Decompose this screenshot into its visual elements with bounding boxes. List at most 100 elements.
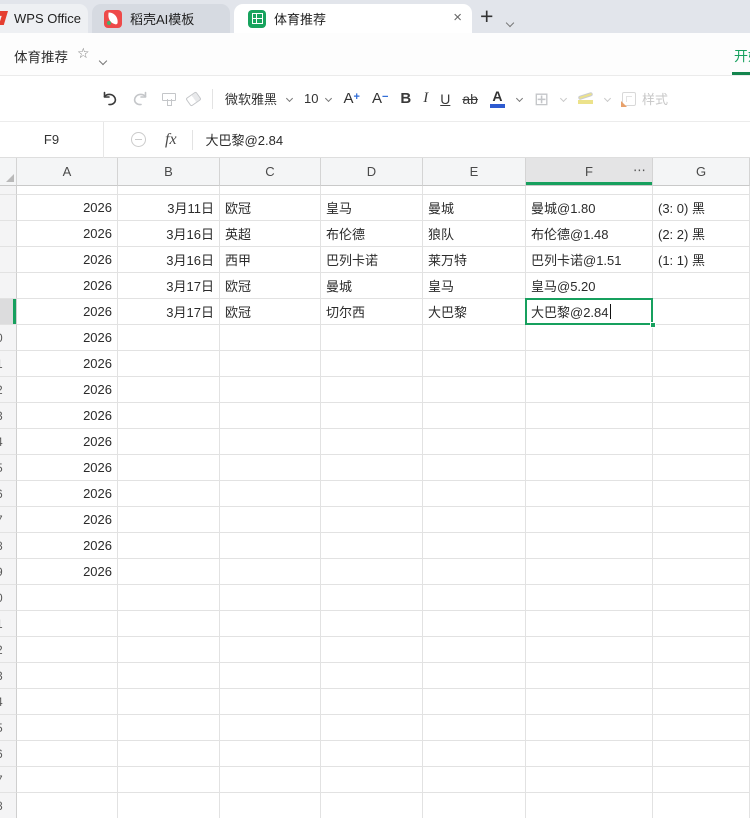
- strikethrough-button[interactable]: ab: [462, 91, 478, 107]
- fill-handle[interactable]: [650, 322, 656, 328]
- cell-B27[interactable]: [118, 767, 220, 793]
- cell-C16[interactable]: [220, 481, 321, 507]
- cell-A26[interactable]: [17, 741, 118, 767]
- row-header-12[interactable]: 2: [0, 377, 17, 403]
- cell-C11[interactable]: [220, 351, 321, 377]
- cell-G15[interactable]: [653, 455, 750, 481]
- row-header-22[interactable]: 2: [0, 637, 17, 663]
- cell-G24[interactable]: [653, 689, 750, 715]
- cell-C23[interactable]: [220, 663, 321, 689]
- column-header-D[interactable]: D: [321, 158, 423, 186]
- cell-F10[interactable]: [526, 325, 653, 351]
- cell-G11[interactable]: [653, 351, 750, 377]
- cell-C12[interactable]: [220, 377, 321, 403]
- cell-B24[interactable]: [118, 689, 220, 715]
- cell-E20[interactable]: [423, 585, 526, 611]
- row-header-18[interactable]: 8: [0, 533, 17, 559]
- cell-E28[interactable]: [423, 793, 526, 818]
- cell-D21[interactable]: [321, 611, 423, 637]
- underline-button[interactable]: U: [440, 91, 450, 107]
- font-color-chevron-icon[interactable]: [515, 94, 523, 103]
- cell-D13[interactable]: [321, 403, 423, 429]
- row-header-7[interactable]: [0, 247, 17, 273]
- column-header-E[interactable]: E: [423, 158, 526, 186]
- cell-B10[interactable]: [118, 325, 220, 351]
- cell-G20[interactable]: [653, 585, 750, 611]
- row-header-8[interactable]: [0, 273, 17, 299]
- cell-E18[interactable]: [423, 533, 526, 559]
- cell-E6[interactable]: 狼队: [423, 221, 526, 247]
- cell-A27[interactable]: [17, 767, 118, 793]
- borders-chevron-icon[interactable]: [559, 94, 568, 103]
- cell-F25[interactable]: [526, 715, 653, 741]
- cell-G7[interactable]: (1: 1) 黑: [653, 247, 750, 273]
- cell-D7[interactable]: 巴列卡诺: [321, 247, 423, 273]
- cell-B26[interactable]: [118, 741, 220, 767]
- close-tab-icon[interactable]: ×: [453, 9, 462, 26]
- cell-B19[interactable]: [118, 559, 220, 585]
- cell-G14[interactable]: [653, 429, 750, 455]
- cell-A9[interactable]: 2026: [17, 299, 118, 325]
- cell-D22[interactable]: [321, 637, 423, 663]
- cell-D14[interactable]: [321, 429, 423, 455]
- cell-F7[interactable]: 巴列卡诺@1.51: [526, 247, 653, 273]
- row-header-partial[interactable]: [0, 186, 17, 195]
- cell-A18[interactable]: 2026: [17, 533, 118, 559]
- cell-D16[interactable]: [321, 481, 423, 507]
- cell-F26[interactable]: [526, 741, 653, 767]
- cell-D15[interactable]: [321, 455, 423, 481]
- cell-A12[interactable]: 2026: [17, 377, 118, 403]
- cell-A24[interactable]: [17, 689, 118, 715]
- cell-C19[interactable]: [220, 559, 321, 585]
- clear-format-button[interactable]: [185, 90, 202, 107]
- cell-A14[interactable]: 2026: [17, 429, 118, 455]
- column-header-A[interactable]: A: [17, 158, 118, 186]
- cell-A13[interactable]: 2026: [17, 403, 118, 429]
- cell-C6[interactable]: 英超: [220, 221, 321, 247]
- cell-G23[interactable]: [653, 663, 750, 689]
- cell-B13[interactable]: [118, 403, 220, 429]
- cell-A22[interactable]: [17, 637, 118, 663]
- row-header-11[interactable]: 1: [0, 351, 17, 377]
- title-chevron-icon[interactable]: [98, 51, 108, 69]
- row-header-27[interactable]: 7: [0, 767, 17, 793]
- cell-E13[interactable]: [423, 403, 526, 429]
- cell-D5[interactable]: 皇马: [321, 195, 423, 221]
- cell-E12[interactable]: [423, 377, 526, 403]
- favorite-star-icon[interactable]: ☆: [77, 45, 90, 62]
- cell-F14[interactable]: [526, 429, 653, 455]
- cell-D24[interactable]: [321, 689, 423, 715]
- column-header-C[interactable]: C: [220, 158, 321, 186]
- cell-partial[interactable]: [526, 186, 653, 195]
- cell-F27[interactable]: [526, 767, 653, 793]
- cell-E17[interactable]: [423, 507, 526, 533]
- fill-color-chevron-icon[interactable]: [603, 94, 612, 103]
- column-header-F[interactable]: F ⋯: [526, 158, 653, 186]
- increase-font-button[interactable]: A +: [343, 90, 359, 107]
- cancel-entry-icon[interactable]: [131, 132, 146, 147]
- row-header-23[interactable]: 3: [0, 663, 17, 689]
- cell-G27[interactable]: [653, 767, 750, 793]
- cell-partial[interactable]: [321, 186, 423, 195]
- insert-function-icon[interactable]: fx: [165, 131, 177, 149]
- cell-G8[interactable]: [653, 273, 750, 299]
- cell-D9[interactable]: 切尔西: [321, 299, 423, 325]
- cell-D10[interactable]: [321, 325, 423, 351]
- cell-A16[interactable]: 2026: [17, 481, 118, 507]
- cell-D8[interactable]: 曼城: [321, 273, 423, 299]
- column-header-G[interactable]: G: [653, 158, 750, 186]
- cell-E5[interactable]: 曼城: [423, 195, 526, 221]
- cell-D11[interactable]: [321, 351, 423, 377]
- row-header-20[interactable]: 0: [0, 585, 17, 611]
- cell-B15[interactable]: [118, 455, 220, 481]
- cell-D25[interactable]: [321, 715, 423, 741]
- cell-G22[interactable]: [653, 637, 750, 663]
- cell-partial[interactable]: [653, 186, 750, 195]
- cell-D6[interactable]: 布伦德: [321, 221, 423, 247]
- cell-F23[interactable]: [526, 663, 653, 689]
- cell-C25[interactable]: [220, 715, 321, 741]
- row-header-15[interactable]: 5: [0, 455, 17, 481]
- cell-partial[interactable]: [423, 186, 526, 195]
- cell-D26[interactable]: [321, 741, 423, 767]
- borders-button[interactable]: ⊞: [534, 90, 549, 108]
